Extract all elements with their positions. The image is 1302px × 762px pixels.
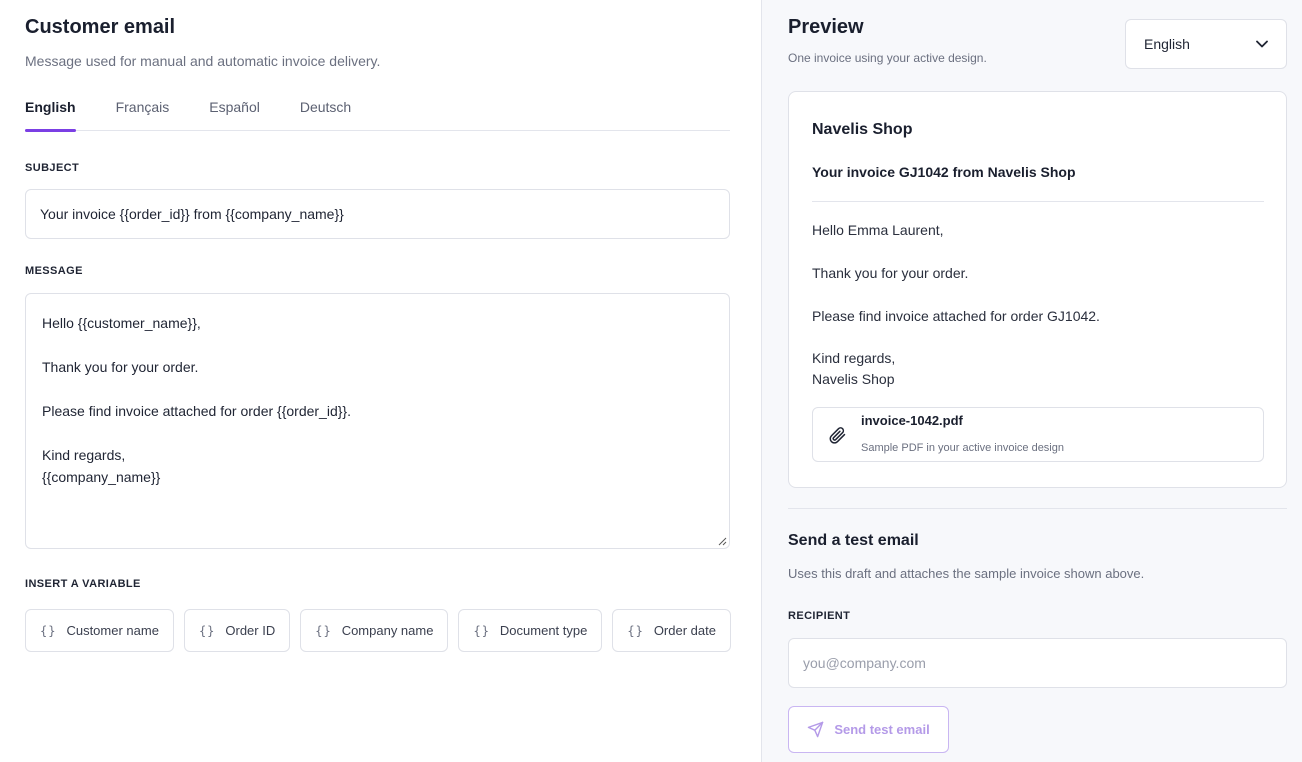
- paperclip-icon: [829, 427, 846, 444]
- chip-label: Customer name: [66, 623, 159, 638]
- attachment-item[interactable]: invoice-1042.pdf Sample PDF in your acti…: [812, 407, 1264, 462]
- preview-greeting: Hello Emma Laurent,: [812, 222, 944, 238]
- preview-signoff: Kind regards,: [812, 350, 896, 366]
- send-button-label: Send test email: [834, 722, 930, 737]
- tab-deutsch[interactable]: Deutsch: [300, 90, 351, 131]
- preview-panel: Preview One invoice using your active de…: [762, 0, 1302, 762]
- tab-francais[interactable]: Français: [116, 90, 170, 131]
- message-textarea[interactable]: Hello {{customer_name}}, Thank you for y…: [25, 293, 730, 549]
- preview-language-select[interactable]: English: [1125, 19, 1287, 69]
- test-email-title: Send a test email: [788, 532, 919, 549]
- braces-icon: {}: [627, 623, 644, 638]
- tab-espanol[interactable]: Español: [209, 90, 260, 131]
- language-tabs: English Français Español Deutsch: [25, 90, 730, 132]
- preview-title: Preview: [788, 16, 864, 38]
- selected-language: English: [1144, 36, 1190, 52]
- braces-icon: {}: [40, 623, 57, 638]
- variable-chip-company-name[interactable]: {} Company name: [300, 609, 449, 652]
- variable-chip-order-date[interactable]: {} Order date: [612, 609, 731, 652]
- send-test-email-button[interactable]: Send test email: [788, 706, 949, 753]
- variable-chip-customer-name[interactable]: {} Customer name: [25, 609, 174, 652]
- resize-handle-icon[interactable]: [717, 536, 727, 546]
- page-subtitle: Message used for manual and automatic in…: [25, 53, 381, 69]
- braces-icon: {}: [198, 623, 216, 638]
- attachment-description: Sample PDF in your active invoice design: [861, 442, 1064, 454]
- chip-label: Company name: [341, 623, 434, 638]
- preview-subject: Your invoice GJ1042 from Navelis Shop: [812, 164, 1076, 180]
- preview-signature: Navelis Shop: [812, 371, 895, 387]
- divider: [788, 508, 1287, 509]
- braces-icon: {}: [315, 623, 332, 638]
- email-editor-panel: Customer email Message used for manual a…: [0, 0, 762, 762]
- chip-label: Order ID: [225, 623, 276, 638]
- divider: [812, 201, 1264, 202]
- email-preview-card: Navelis Shop Your invoice GJ1042 from Na…: [788, 91, 1287, 488]
- preview-subtitle: One invoice using your active design.: [788, 51, 987, 65]
- subject-label: SUBJECT: [25, 162, 80, 174]
- preview-shop-name: Navelis Shop: [812, 121, 913, 138]
- recipient-input[interactable]: [788, 638, 1287, 688]
- variables-label: INSERT A VARIABLE: [25, 578, 141, 590]
- message-label: MESSAGE: [25, 265, 83, 277]
- chevron-down-icon: [1256, 40, 1268, 48]
- recipient-label: RECIPIENT: [788, 610, 851, 622]
- chip-label: Document type: [499, 623, 588, 638]
- subject-input[interactable]: [25, 189, 730, 239]
- variable-chips: {} Customer name {} Order ID {} Company …: [25, 609, 731, 652]
- braces-icon: {}: [473, 623, 490, 638]
- tab-english[interactable]: English: [25, 90, 76, 132]
- attachment-file-name: invoice-1042.pdf: [861, 413, 963, 428]
- preview-attached-line: Please find invoice attached for order G…: [812, 308, 1100, 324]
- app-root: Customer email Message used for manual a…: [0, 0, 1302, 762]
- preview-thanks: Thank you for your order.: [812, 265, 969, 281]
- variable-chip-document-type[interactable]: {} Document type: [458, 609, 603, 652]
- chip-label: Order date: [653, 623, 716, 638]
- paper-plane-icon: [808, 721, 824, 738]
- variable-chip-order-id[interactable]: {} Order ID: [183, 609, 291, 652]
- page-title: Customer email: [25, 16, 176, 38]
- test-email-subtitle: Uses this draft and attaches the sample …: [788, 566, 1145, 581]
